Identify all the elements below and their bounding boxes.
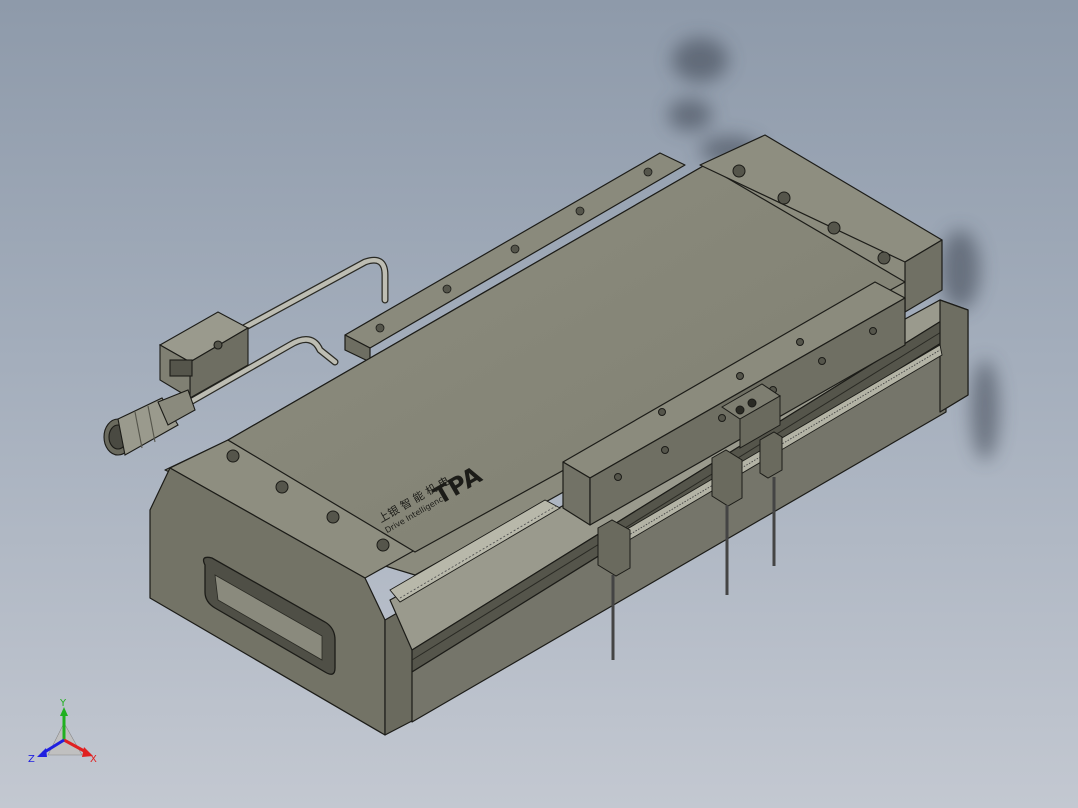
triad-z-label: Z [28,754,35,765]
linear-stage-model[interactable]: TPA 上银 智 能 机 电 Drive Intelligence Y X Z [0,0,1078,808]
circular-motor-connector[interactable] [103,389,196,456]
d-sub-connector[interactable] [158,311,250,399]
triad-x-label: X [90,754,97,765]
triad-z-arrow [37,748,47,757]
orientation-triad[interactable]: Y X Z [28,698,97,765]
right-end-cap [939,299,969,413]
cad-viewport[interactable]: TPA 上银 智 能 机 电 Drive Intelligence Y X Z [0,0,1078,808]
triad-y-label: Y [59,698,67,709]
